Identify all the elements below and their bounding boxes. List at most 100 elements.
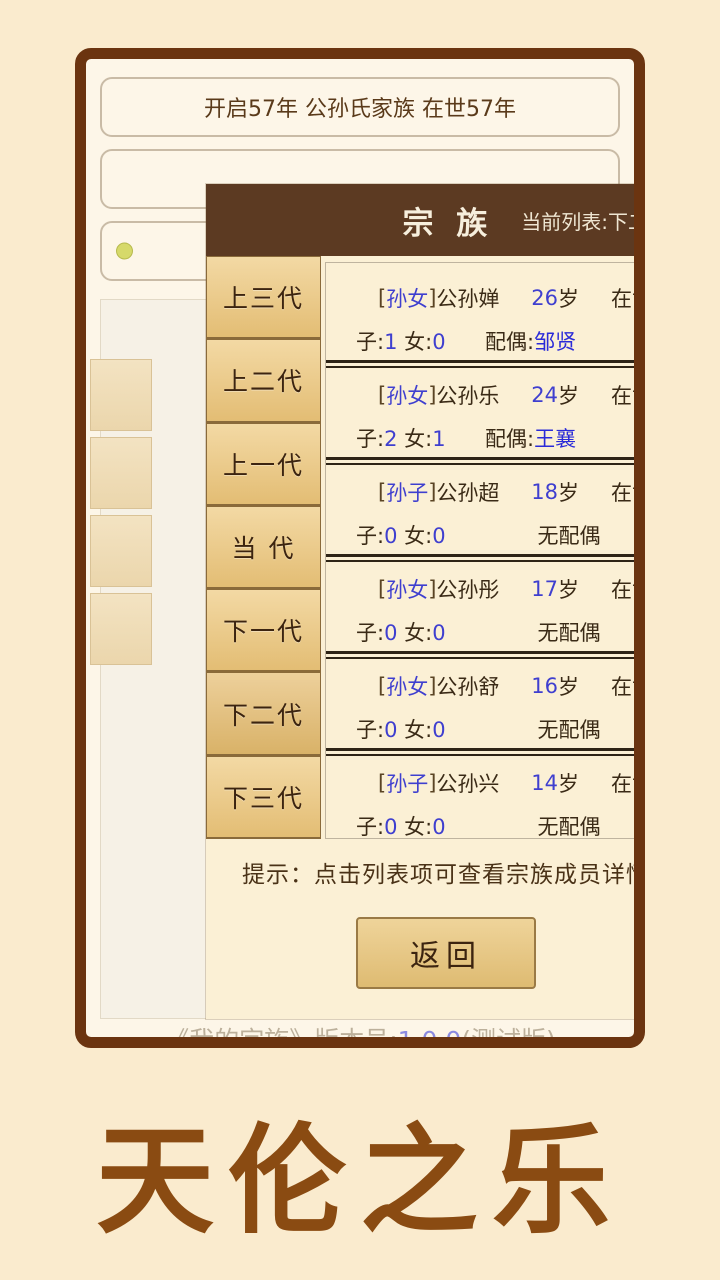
clan-dialog: 宗 族 当前列表:下二代 上三代 上二代 上一代 当 代 下一代 下二代 下三代 [206,184,645,1019]
hint-text: 提示：点击列表项可查看宗族成员详情 [242,862,645,888]
member-relation: 孙子 [386,480,429,505]
member-name: 公孙超 [436,480,500,505]
member-row-secondary: 子:0 女:0 无配偶 [342,707,634,750]
sons-count: 0 [384,523,398,548]
member-relation-open: [ [378,576,387,601]
member-children: 子:0 女:0 [356,811,446,839]
member-age: 18 [531,479,558,504]
member-relation-open: [ [378,285,387,310]
sidebar-item-current[interactable]: 当 代 [206,505,321,590]
member-row-primary: [ 孙子 ] 公孙超 18岁 在世 [342,470,634,513]
member-age-unit: 岁 [558,286,579,311]
member-age-unit: 岁 [558,674,579,699]
sidebar-item-down-two[interactable]: 下二代 [206,672,321,756]
member-row-secondary: 子:1 女:0 配偶:邹贤 [342,319,634,362]
sidebar-item-down-one[interactable]: 下一代 [206,589,321,673]
sidebar-item-label: 下一代 [222,617,304,647]
member-name: 公孙舒 [436,674,500,699]
member-relation-open: [ [378,673,387,698]
background-mini-button[interactable] [90,359,152,431]
member-row-primary: [ 孙女 ] 公孙乐 24岁 在世 [342,373,634,416]
sidebar-item-label: 上三代 [222,284,304,314]
sidebar-item-up-three[interactable]: 上三代 [206,256,321,340]
member-list[interactable]: [ 孙女 ] 公孙婵 26岁 在世 子:1 女:0 配偶:邹贤 [326,263,634,839]
member-name: 公孙彤 [436,577,500,602]
member-relation-open: [ [378,382,387,407]
game-logo-title: 天伦之乐 [95,1111,624,1250]
current-list-label: 当前列表:下二代 [521,209,634,234]
member-row-secondary: 子:0 女:0 无配偶 [342,610,634,653]
member-children: 子:0 女:0 [356,617,446,647]
sons-count: 0 [384,717,398,742]
member-status: 在世 [611,286,634,311]
member-relation: 孙子 [386,771,429,796]
sons-label: 子: [356,717,385,742]
member-children: 子:0 女:0 [356,714,446,744]
member-name: 公孙乐 [436,383,500,408]
member-relation: 孙女 [386,674,429,699]
family-status-text: 开启57年 公孙氏家族 在世57年 [204,97,516,122]
sons-label: 子: [356,523,385,548]
member-name: 公孙婵 [436,286,500,311]
member-row-primary: [ 孙女 ] 公孙舒 16岁 在世 [342,664,634,707]
member-row-primary: [ 孙女 ] 公孙婵 26岁 在世 [342,276,634,319]
member-relation-close: ] [428,285,437,310]
daughters-label: 女: [404,620,433,645]
member-age-unit: 岁 [558,383,579,408]
sidebar-item-label: 当 代 [231,533,296,563]
daughters-count: 0 [432,620,446,645]
member-status: 在世 [611,577,634,602]
sidebar-item-label: 上二代 [222,367,304,397]
table-row[interactable]: [ 孙女 ] 公孙乐 24岁 在世 子:2 女:1 配偶:王襄 [326,360,634,457]
member-age: 14 [531,770,558,795]
daughters-count: 0 [432,717,446,742]
sons-count: 1 [384,329,398,354]
spouse-name: 王襄 [534,426,577,451]
member-children: 子:1 女:0 [356,326,446,356]
sidebar-item-up-one[interactable]: 上一代 [206,422,321,506]
daughters-count: 0 [432,814,446,839]
dialog-footer: 提示：点击列表项可查看宗族成员详情 返回 [206,839,645,1019]
member-relation-open: [ [378,479,387,504]
dialog-body: 上三代 上二代 上一代 当 代 下一代 下二代 下三代 [ 孙女 ] 公孙婵 2… [206,256,634,839]
member-age: 17 [531,576,558,601]
notification-dot-icon [116,242,133,260]
spouse-label: 配偶: [485,426,535,451]
member-age-unit: 岁 [558,577,579,602]
member-age: 16 [531,673,558,698]
sidebar-item-label: 下三代 [222,783,304,813]
back-button[interactable]: 返回 [356,917,536,989]
background-mini-button[interactable] [90,437,152,509]
table-row[interactable]: [ 孙女 ] 公孙舒 16岁 在世 子:0 女:0 无配偶 [326,651,634,750]
member-relation: 孙女 [386,286,429,311]
spouse-name: 邹贤 [534,329,577,354]
member-row-secondary: 子:0 女:0 无配偶 [342,804,634,839]
dialog-title: 宗 族 [402,205,494,242]
member-spouse: 配偶:王襄 [485,423,634,453]
member-status: 在世 [611,383,634,408]
sons-label: 子: [356,620,385,645]
member-status: 在世 [611,674,634,699]
member-relation-close: ] [428,382,437,407]
sidebar-item-label: 下二代 [222,700,304,730]
table-row[interactable]: [ 孙女 ] 公孙婵 26岁 在世 子:1 女:0 配偶:邹贤 [326,263,634,362]
table-row[interactable]: [ 孙女 ] 公孙彤 17岁 在世 子:0 女:0 无配偶 [326,554,634,653]
table-row[interactable]: [ 孙子 ] 公孙超 18岁 在世 子:0 女:0 无配偶 [326,457,634,554]
sons-count: 0 [384,814,398,839]
family-status-panel: 开启57年 公孙氏家族 在世57年 [100,77,620,137]
sidebar-item-up-two[interactable]: 上二代 [206,339,321,423]
member-children: 子:0 女:0 [356,520,446,550]
app-frame: 开启57年 公孙氏家族 在世57年 宗 族 当前列表:下二代 [75,48,645,1048]
member-status: 在世 [611,480,634,505]
member-relation-close: ] [428,673,437,698]
member-children: 子:2 女:1 [356,423,446,453]
background-mini-button[interactable] [90,515,152,587]
member-relation-close: ] [428,770,437,795]
daughters-label: 女: [404,426,433,451]
sidebar-item-down-three[interactable]: 下三代 [206,755,321,839]
member-age: 26 [531,285,558,310]
sons-label: 子: [356,814,385,839]
background-mini-button[interactable] [90,593,152,665]
table-row[interactable]: [ 孙子 ] 公孙兴 14岁 在世 子:0 女:0 无配偶 [326,748,634,839]
daughters-count: 0 [432,329,446,354]
